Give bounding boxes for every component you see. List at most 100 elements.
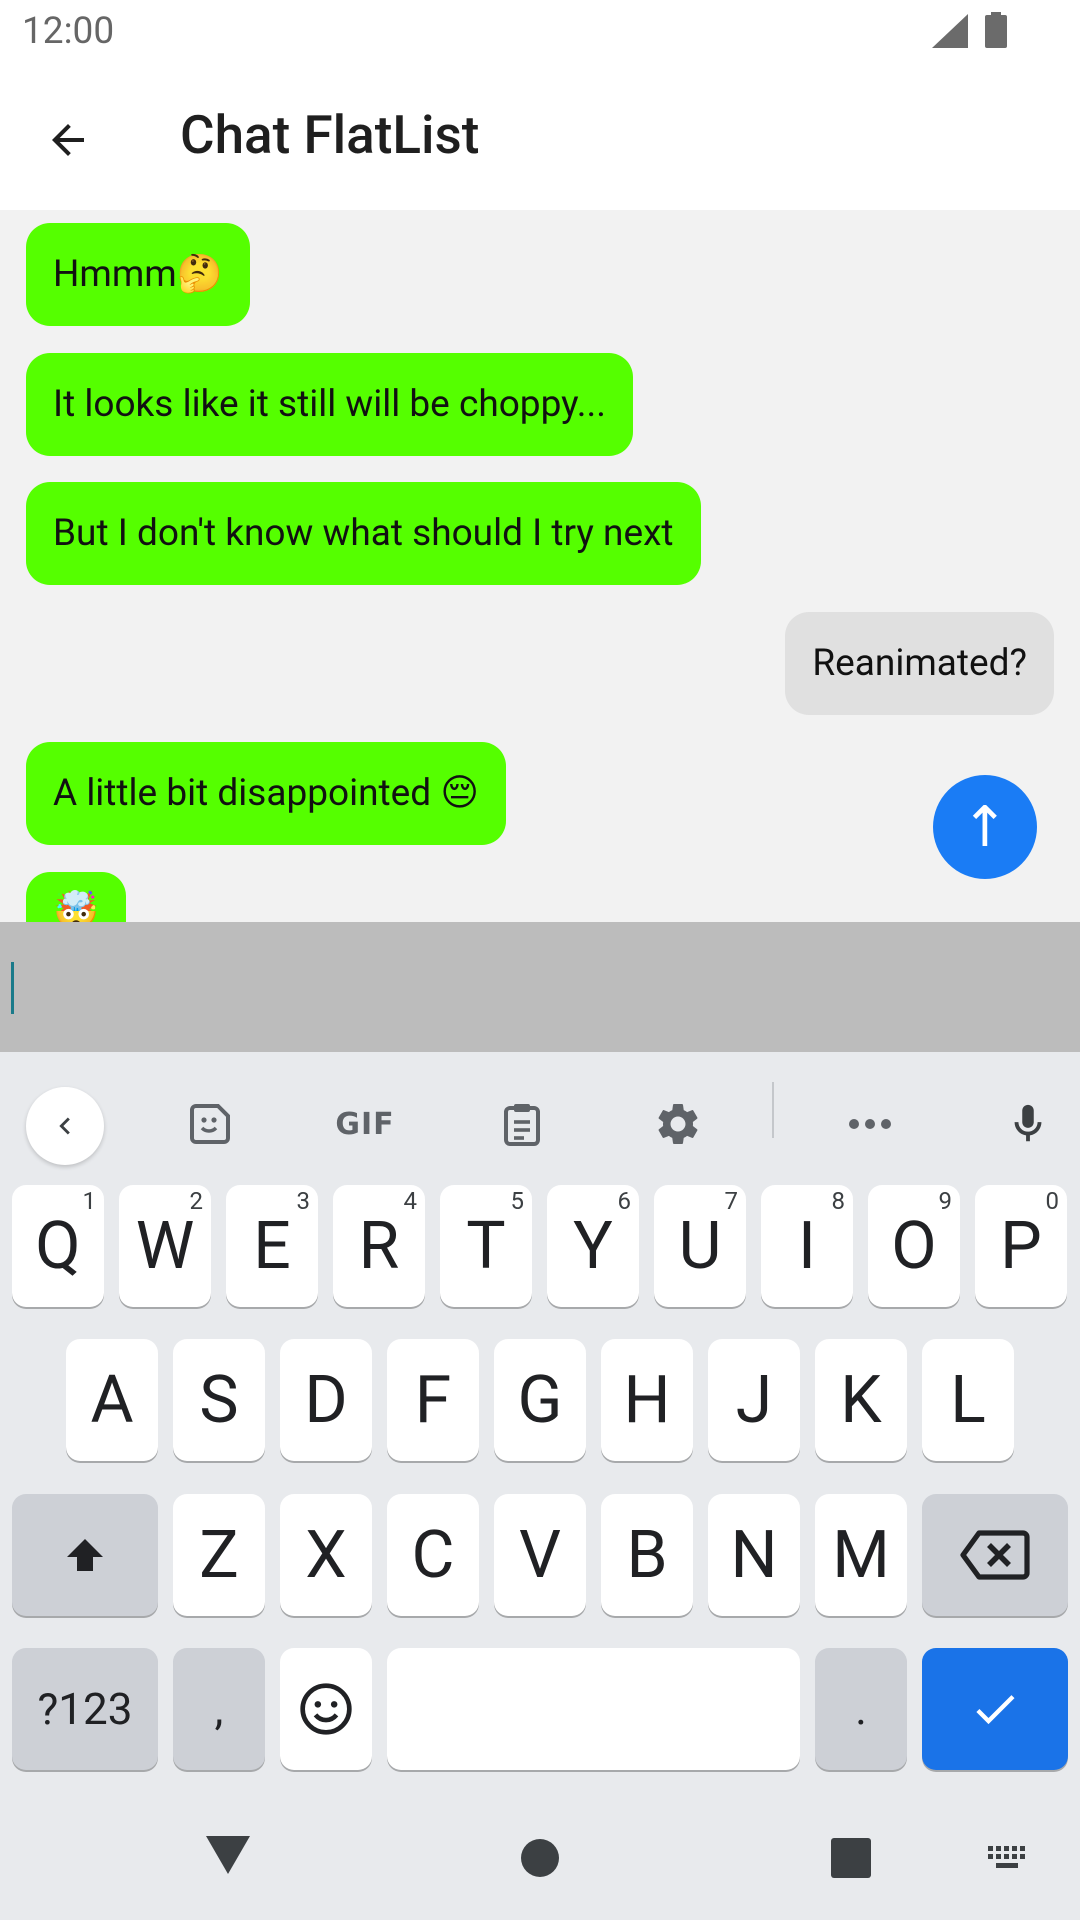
key-w[interactable]: W2: [119, 1185, 211, 1307]
collapse-toolbar-button[interactable]: [26, 1087, 104, 1165]
app-bar: Chat FlatList: [0, 64, 1080, 210]
key-hint: 1: [82, 1187, 97, 1215]
space-key[interactable]: [387, 1648, 800, 1770]
shift-key[interactable]: [12, 1494, 158, 1616]
more-button[interactable]: [836, 1086, 904, 1162]
key-hint: 9: [938, 1187, 953, 1215]
emoji-icon: [300, 1683, 352, 1735]
key-o[interactable]: O9: [868, 1185, 960, 1307]
key-e[interactable]: E3: [226, 1185, 318, 1307]
message-bubble[interactable]: Hmmm🤔: [26, 223, 250, 326]
key-r[interactable]: R4: [333, 1185, 425, 1307]
key-t[interactable]: T5: [440, 1185, 532, 1307]
key-label: Y: [573, 1207, 613, 1285]
message-bubble[interactable]: But I don't know what should I try next: [26, 482, 701, 585]
clipboard-button[interactable]: [488, 1086, 556, 1162]
key-s[interactable]: S: [173, 1339, 265, 1461]
key-label: Q: [35, 1207, 81, 1285]
key-y[interactable]: Y6: [547, 1185, 639, 1307]
keyboard-switch-button[interactable]: [986, 1844, 1030, 1878]
key-hint: 7: [724, 1187, 739, 1215]
key-v[interactable]: V: [494, 1494, 586, 1616]
key-label: T: [466, 1207, 506, 1285]
sticker-button[interactable]: [176, 1086, 244, 1162]
key-u[interactable]: U7: [654, 1185, 746, 1307]
navigation-bar: [0, 1800, 1080, 1920]
clipboard-icon: [504, 1104, 540, 1146]
exploding-head-emoji: 🤯: [53, 890, 100, 922]
key-label: ?123: [37, 1683, 133, 1735]
key-c[interactable]: C: [387, 1494, 479, 1616]
shift-icon: [67, 1539, 103, 1571]
key-label: S: [199, 1361, 239, 1439]
key-a[interactable]: A: [66, 1339, 158, 1461]
key-z[interactable]: Z: [173, 1494, 265, 1616]
message-bubble[interactable]: 🤯: [26, 872, 127, 922]
key-f[interactable]: F: [387, 1339, 479, 1461]
key-hint: 3: [296, 1187, 311, 1215]
voice-input-button[interactable]: [994, 1086, 1062, 1162]
key-i[interactable]: I8: [761, 1185, 853, 1307]
settings-button[interactable]: [644, 1086, 712, 1162]
comma-key[interactable]: ,: [173, 1648, 265, 1770]
triangle-down-icon: [206, 1836, 250, 1874]
key-label: B: [626, 1516, 668, 1594]
key-label: I: [798, 1207, 816, 1285]
square-icon: [831, 1838, 871, 1878]
key-x[interactable]: X: [280, 1494, 372, 1616]
chat-list[interactable]: Hmmm🤔 It looks like it still will be cho…: [0, 210, 1080, 922]
scroll-to-top-button[interactable]: ↑: [933, 775, 1037, 879]
signal-icon: [932, 14, 968, 48]
key-l[interactable]: L: [922, 1339, 1014, 1461]
arrow-up-icon: ↑: [961, 794, 1009, 860]
toolbar-divider: [772, 1082, 774, 1138]
key-label: O: [891, 1207, 937, 1285]
emoji-key[interactable]: [280, 1648, 372, 1770]
back-nav-button[interactable]: [204, 1834, 252, 1880]
key-d[interactable]: D: [280, 1339, 372, 1461]
key-hint: 5: [510, 1187, 525, 1215]
status-bar: 12:00: [0, 0, 1080, 64]
message-input[interactable]: [0, 922, 1080, 1052]
key-n[interactable]: N: [708, 1494, 800, 1616]
chevron-left-icon: [59, 1117, 70, 1135]
key-hint: 6: [617, 1187, 632, 1215]
recents-nav-button[interactable]: [831, 1838, 871, 1882]
key-label: X: [305, 1516, 347, 1594]
home-nav-button[interactable]: [520, 1838, 560, 1882]
message-text: Hmmm: [53, 253, 177, 296]
key-label: .: [855, 1683, 867, 1735]
key-label: D: [304, 1361, 348, 1439]
message-text: A little bit disappointed: [53, 772, 441, 815]
key-k[interactable]: K: [815, 1339, 907, 1461]
home-circle-icon: [521, 1839, 559, 1877]
key-g[interactable]: G: [494, 1339, 586, 1461]
period-key[interactable]: .: [815, 1648, 907, 1770]
symbols-key[interactable]: ?123: [12, 1648, 158, 1770]
key-label: G: [517, 1361, 563, 1439]
back-button[interactable]: [30, 102, 106, 178]
key-hint: 2: [189, 1187, 204, 1215]
key-q[interactable]: Q1: [12, 1185, 104, 1307]
message-bubble[interactable]: A little bit disappointed 😔: [26, 742, 506, 845]
key-b[interactable]: B: [601, 1494, 693, 1616]
message-bubble[interactable]: It looks like it still will be choppy...: [26, 353, 633, 456]
page-title: Chat FlatList: [180, 104, 480, 166]
key-m[interactable]: M: [815, 1494, 907, 1616]
key-h[interactable]: H: [601, 1339, 693, 1461]
message-bubble-outgoing[interactable]: Reanimated?: [785, 612, 1054, 715]
more-horizontal-icon: [849, 1119, 891, 1129]
key-p[interactable]: P0: [975, 1185, 1067, 1307]
gif-button[interactable]: GIF: [322, 1086, 408, 1162]
key-label: N: [730, 1516, 778, 1594]
key-label: V: [518, 1516, 562, 1594]
key-label: H: [623, 1361, 671, 1439]
key-j[interactable]: J: [708, 1339, 800, 1461]
key-label: P: [1000, 1207, 1042, 1285]
keyboard-icon: [988, 1846, 1025, 1868]
backspace-key[interactable]: [922, 1494, 1068, 1616]
enter-key[interactable]: [922, 1648, 1068, 1770]
key-hint: 0: [1045, 1187, 1060, 1215]
key-label: U: [678, 1207, 722, 1285]
key-label: C: [411, 1516, 455, 1594]
